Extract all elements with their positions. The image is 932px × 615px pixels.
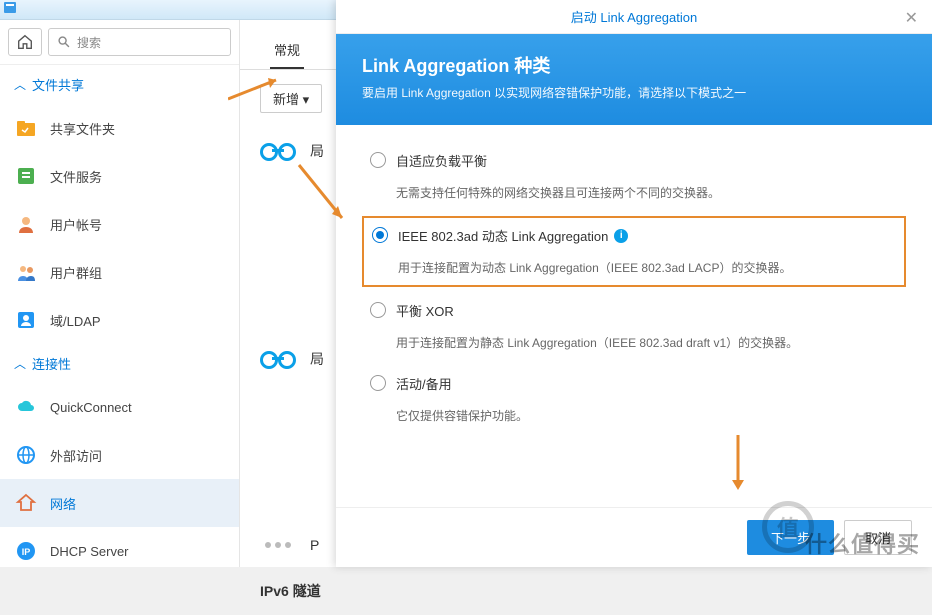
new-button[interactable]: 新增 ▾ [260,84,322,113]
interface-label: P [310,537,319,553]
radio-label: 活动/备用 [396,374,898,393]
section-fileshare[interactable]: ︿ 文件共享 [0,65,239,104]
ipv6-tunnel-row[interactable]: IPv6 隧道 [240,567,932,615]
radio-icon [370,302,386,318]
radio-label: IEEE 802.3ad 动态 Link Aggregation i [398,226,896,245]
file-service-icon [14,164,38,188]
sidebar-item-quickconnect[interactable]: QuickConnect [0,383,239,431]
radio-balance-xor[interactable]: 平衡 XOR 用于连接配置为静态 Link Aggregation（IEEE 8… [362,293,906,360]
radio-desc: 用于连接配置为动态 Link Aggregation（IEEE 802.3ad … [398,259,896,277]
sidebar-item-label: 网络 [50,494,76,513]
sidebar-item-label: 文件服务 [50,167,102,186]
sidebar-item-network[interactable]: 网络 [0,479,239,527]
dhcp-icon: IP [14,539,38,563]
tab-general[interactable]: 常规 [270,32,304,69]
sidebar-item-user[interactable]: 用户帐号 [0,200,239,248]
radio-active-backup[interactable]: 活动/备用 它仅提供容错保护功能。 [362,366,906,433]
search-placeholder: 搜索 [77,34,101,51]
watermark-text: 什么值得买 [805,527,920,559]
link-aggregation-wizard: 启动 Link Aggregation ✕ Link Aggregation 种… [336,0,932,567]
sidebar-item-file-services[interactable]: 文件服务 [0,152,239,200]
radio-icon [372,227,388,243]
svg-text:IP: IP [22,547,31,557]
sidebar-item-shared-folder[interactable]: 共享文件夹 [0,104,239,152]
radio-desc: 无需支持任何特殊的网络交换器且可连接两个不同的交换器。 [396,184,898,202]
sidebar-item-label: 域/LDAP [50,311,101,330]
radio-desc: 用于连接配置为静态 Link Aggregation（IEEE 802.3ad … [396,334,898,352]
modal-header: Link Aggregation 种类 要启用 Link Aggregation… [336,34,932,125]
modal-heading: Link Aggregation 种类 [362,52,906,78]
search-icon [57,35,71,49]
chevron-up-icon: ︿ [14,355,26,372]
sidebar-item-dhcp[interactable]: IP DHCP Server [0,527,239,575]
modal-subheading: 要启用 Link Aggregation 以实现网络容错保护功能，请选择以下模式… [362,84,906,101]
radio-icon [370,152,386,168]
ldap-icon [14,308,38,332]
interface-label: IPv6 隧道 [260,581,321,601]
ppp-icon [260,542,296,548]
interface-label: 局 [310,141,324,161]
modal-title: 启动 Link Aggregation [571,7,697,26]
radio-icon [370,375,386,391]
sidebar: 搜索 ︿ 文件共享 共享文件夹 文件服务 用户帐号 用户群组 域/LDAP [0,20,240,567]
home-icon [16,33,34,51]
window-icon [2,0,20,16]
section-connectivity[interactable]: ︿ 连接性 [0,344,239,383]
radio-adaptive-load-balancing[interactable]: 自适应负载平衡 无需支持任何特殊的网络交换器且可连接两个不同的交换器。 [362,143,906,210]
group-icon [14,260,38,284]
radio-ieee-8023ad[interactable]: IEEE 802.3ad 动态 Link Aggregation i 用于连接配… [362,216,906,287]
sidebar-item-label: QuickConnect [50,400,132,415]
sidebar-item-external-access[interactable]: 外部访问 [0,431,239,479]
modal-titlebar: 启动 Link Aggregation ✕ [336,0,932,34]
sidebar-item-label: 共享文件夹 [50,119,115,138]
modal-body: 自适应负载平衡 无需支持任何特殊的网络交换器且可连接两个不同的交换器。 IEEE… [336,125,932,507]
sidebar-item-group[interactable]: 用户群组 [0,248,239,296]
radio-label: 平衡 XOR [396,301,898,320]
chevron-up-icon: ︿ [14,76,26,93]
radio-desc: 它仅提供容错保护功能。 [396,407,898,425]
search-input[interactable]: 搜索 [48,28,231,56]
home-button[interactable] [8,28,42,56]
cloud-icon [14,395,38,419]
sidebar-item-label: DHCP Server [50,544,129,559]
globe-icon [14,443,38,467]
network-icon [14,491,38,515]
interface-label: 局 [310,349,324,369]
radio-label: 自适应负载平衡 [396,151,898,170]
close-icon[interactable]: ✕ [905,8,918,28]
user-icon [14,212,38,236]
lan-icon [260,350,296,368]
info-icon[interactable]: i [614,229,628,243]
sidebar-item-label: 用户群组 [50,263,102,282]
lan-icon [260,142,296,160]
folder-icon [14,116,38,140]
sidebar-item-ldap[interactable]: 域/LDAP [0,296,239,344]
sidebar-item-label: 外部访问 [50,446,102,465]
sidebar-item-label: 用户帐号 [50,215,102,234]
